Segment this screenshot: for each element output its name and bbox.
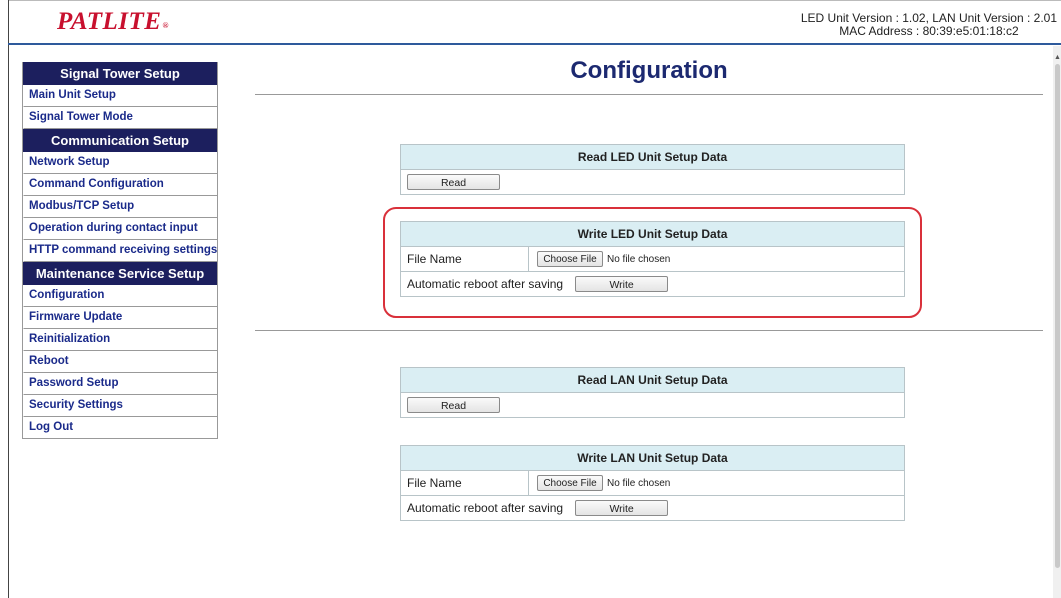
read-lan-row: Read: [401, 393, 904, 417]
registered-mark: ®: [162, 21, 169, 30]
highlight-annotation: [383, 207, 922, 318]
window-left-border: [8, 0, 9, 598]
file-status-text: No file chosen: [607, 477, 671, 489]
header-divider: [8, 43, 1061, 45]
scrollbar-thumb[interactable]: [1055, 64, 1060, 568]
sidebar-item-modbus-tcp-setup[interactable]: Modbus/TCP Setup: [23, 196, 217, 218]
sidebar-section-communication: Communication Setup: [23, 129, 217, 152]
write-lan-heading: Write LAN Unit Setup Data: [401, 446, 904, 471]
read-lan-panel: Read LAN Unit Setup Data Read: [400, 367, 905, 418]
sidebar-item-password-setup[interactable]: Password Setup: [23, 373, 217, 395]
sidebar-item-log-out[interactable]: Log Out: [23, 417, 217, 438]
window-top-border: [8, 0, 1061, 1]
sidebar-item-command-configuration[interactable]: Command Configuration: [23, 174, 217, 196]
sidebar-item-operation-contact-input[interactable]: Operation during contact input: [23, 218, 217, 240]
sidebar-section-signal-tower: Signal Tower Setup: [23, 62, 217, 85]
sidebar-item-reboot[interactable]: Reboot: [23, 351, 217, 373]
write-lan-file-row: File Name Choose File No file chosen: [401, 471, 904, 496]
sidebar-item-security-settings[interactable]: Security Settings: [23, 395, 217, 417]
read-led-heading: Read LED Unit Setup Data: [401, 145, 904, 170]
mac-address-line: MAC Address : 80:39:e5:01:18:c2: [839, 24, 1019, 38]
sidebar-item-network-setup[interactable]: Network Setup: [23, 152, 217, 174]
choose-file-button[interactable]: Choose File: [537, 475, 603, 491]
sidebar-item-reinitialization[interactable]: Reinitialization: [23, 329, 217, 351]
sidebar-nav: Signal Tower Setup Main Unit Setup Signa…: [22, 62, 218, 439]
write-lan-reboot-row: Automatic reboot after saving Write: [401, 496, 904, 520]
write-lan-panel: Write LAN Unit Setup Data File Name Choo…: [400, 445, 905, 521]
write-lan-button[interactable]: Write: [575, 500, 669, 516]
read-lan-heading: Read LAN Unit Setup Data: [401, 368, 904, 393]
read-led-button[interactable]: Read: [407, 174, 500, 190]
section-divider: [255, 94, 1043, 95]
sidebar-item-signal-tower-mode[interactable]: Signal Tower Mode: [23, 107, 217, 129]
page-title: Configuration: [570, 57, 728, 84]
read-lan-button[interactable]: Read: [407, 397, 500, 413]
auto-reboot-label: Automatic reboot after saving: [407, 501, 564, 515]
read-led-row: Read: [401, 170, 904, 194]
file-name-label: File Name: [401, 471, 529, 495]
sidebar-item-firmware-update[interactable]: Firmware Update: [23, 307, 217, 329]
sidebar-item-configuration[interactable]: Configuration: [23, 285, 217, 307]
section-divider: [255, 330, 1043, 331]
sidebar-section-maintenance: Maintenance Service Setup: [23, 262, 217, 285]
sidebar-item-main-unit-setup[interactable]: Main Unit Setup: [23, 85, 217, 107]
scroll-up-arrow-icon[interactable]: ▲: [1054, 54, 1061, 61]
sidebar-item-http-command-settings[interactable]: HTTP command receiving settings: [23, 240, 217, 262]
patlite-logo: PATLITE®: [57, 8, 169, 35]
version-info: LED Unit Version : 1.02, LAN Unit Versio…: [801, 12, 1057, 38]
read-led-panel: Read LED Unit Setup Data Read: [400, 144, 905, 195]
